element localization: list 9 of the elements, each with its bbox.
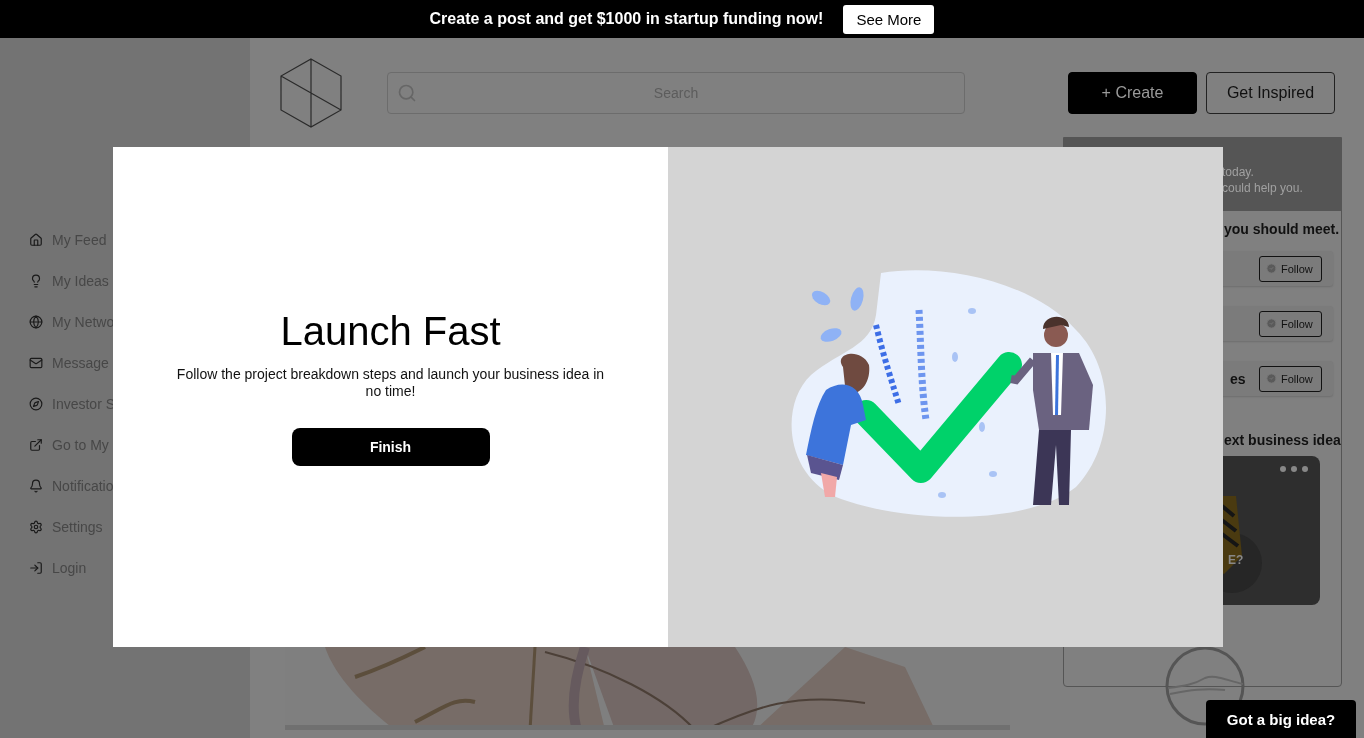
intro-text: could help you. [1222,180,1304,196]
idea-caption: E? [1228,553,1244,567]
modal-title: Launch Fast [280,308,501,354]
modal-text: Follow the project breakdown steps and launch your business idea in no time! [175,365,606,400]
person-name: es [1230,370,1246,387]
promo-message: Create a post and get $1000 in startup funding now! [429,10,824,28]
intro-text: today. [1222,164,1255,180]
people-heading: you should meet. [1223,221,1340,237]
ideas-heading: ext business idea [1223,432,1341,448]
